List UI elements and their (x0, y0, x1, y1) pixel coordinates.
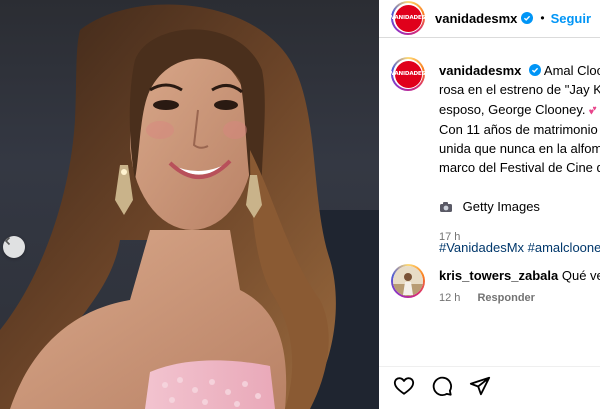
follow-button[interactable]: Seguir (551, 11, 591, 26)
caption-text-line: esposo, George Clooney. (439, 101, 586, 117)
caption-timestamp[interactable]: 17 h (439, 231, 460, 243)
caption-text-line: marco del Festival de Cine de (439, 160, 600, 176)
camera-icon (439, 199, 453, 218)
heart-emoji-icon: 💕︎ (589, 102, 597, 117)
comment-icon[interactable] (431, 375, 453, 397)
caption-text-line: unida que nunca en la alfom (439, 141, 600, 157)
post-side-panel: VANIDADES vanidadesmx • Seguir VANIDADES… (379, 0, 600, 409)
verified-badge-icon (529, 64, 541, 76)
caption-text-line: rosa en el estreno de "Jay Ke (439, 82, 600, 98)
caption-author-avatar[interactable]: VANIDADES (391, 57, 426, 91)
caption-hashtags[interactable]: #VanidadesMx #amalclooney (439, 238, 600, 257)
caption-text-line: Amal Clooney (543, 63, 600, 78)
reply-button[interactable]: Responder (477, 292, 534, 304)
post-caption: vanidadesmx Amal Clooney rosa en el estr… (439, 61, 600, 257)
author-username[interactable]: vanidadesmx (435, 11, 517, 26)
heart-icon[interactable] (393, 375, 415, 397)
action-bar (393, 375, 491, 397)
post-photo[interactable] (0, 0, 379, 409)
caption-username[interactable]: vanidadesmx (439, 63, 521, 78)
comment-timestamp[interactable]: 12 h (439, 292, 460, 304)
author-avatar[interactable]: VANIDADES (391, 1, 426, 35)
commenter-photo (393, 266, 423, 296)
caption-text-line: Con 11 años de matrimonio (439, 121, 598, 137)
header-divider (379, 37, 600, 38)
comment: kris_towers_zabala Qué vesti (439, 268, 600, 283)
commenter-avatar[interactable] (391, 264, 425, 298)
verified-badge-icon (521, 12, 534, 24)
separator-dot: • (540, 11, 545, 25)
vanidades-logo: VANIDADES (391, 4, 426, 32)
photo-illustration (0, 4, 379, 409)
share-icon[interactable] (469, 375, 491, 397)
comment-text: Qué vesti (561, 268, 600, 283)
carousel-prev-button[interactable] (3, 236, 25, 258)
photo-credit: Getty Images (462, 199, 540, 215)
vanidades-logo: VANIDADES (391, 60, 426, 88)
actions-divider (379, 366, 600, 367)
commenter-username[interactable]: kris_towers_zabala (439, 268, 558, 283)
comment-meta: 12 h Responder (439, 292, 535, 304)
post-header: VANIDADES vanidadesmx • Seguir (391, 1, 591, 35)
